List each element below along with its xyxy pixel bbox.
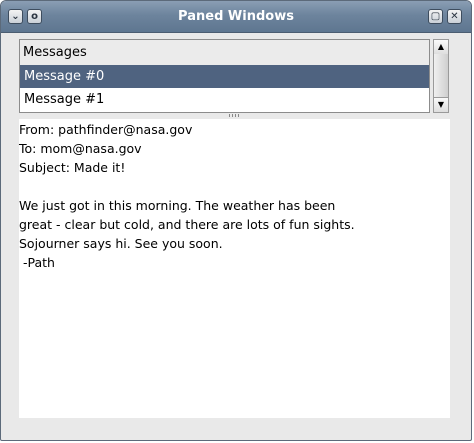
close-button[interactable]: ✕ xyxy=(447,9,462,24)
message-body-line: great - clear but cold, and there are lo… xyxy=(19,217,355,232)
message-to: To: mom@nasa.gov xyxy=(19,141,142,156)
scrollbar-thumb[interactable] xyxy=(434,54,448,98)
list-scrollbar[interactable]: ▲ ▼ xyxy=(433,39,449,113)
sash-grip-icon[interactable] xyxy=(229,114,241,117)
close-icon: ✕ xyxy=(450,11,459,22)
message-subject: Subject: Made it! xyxy=(19,160,126,175)
arrow-up-icon: ▲ xyxy=(437,42,445,51)
messages-column-header[interactable]: Messages xyxy=(20,40,429,66)
list-item-message-0[interactable]: Message #0 xyxy=(20,65,429,88)
message-from: From: pathfinder@nasa.gov xyxy=(19,122,193,137)
scroll-down-button[interactable]: ▼ xyxy=(434,97,448,112)
maximize-icon: ▢ xyxy=(430,11,441,22)
messages-pane: Messages Message #0 Message #1 ▲ ▼ xyxy=(19,39,450,113)
window-title: Paned Windows xyxy=(178,9,294,24)
message-body-line: We just got in this morning. The weather… xyxy=(19,198,336,213)
message-body-line: Sojourner says hi. See you soon. xyxy=(19,236,223,251)
list-item-message-1[interactable]: Message #1 xyxy=(20,88,429,111)
scroll-up-button[interactable]: ▲ xyxy=(434,40,448,55)
paned-window: ⌄ o Paned Windows ▢ ✕ Messages Message #… xyxy=(0,0,472,441)
title-bar[interactable]: ⌄ o Paned Windows ▢ ✕ xyxy=(1,1,471,33)
maximize-button[interactable]: ▢ xyxy=(428,9,443,24)
window-content: Messages Message #0 Message #1 ▲ ▼ From:… xyxy=(6,33,465,435)
message-signature: -Path xyxy=(19,255,55,270)
messages-list[interactable]: Messages Message #0 Message #1 xyxy=(19,39,430,113)
arrow-down-icon: ▼ xyxy=(437,100,445,109)
message-text-pane[interactable]: From: pathfinder@nasa.gov To: mom@nasa.g… xyxy=(19,119,450,418)
